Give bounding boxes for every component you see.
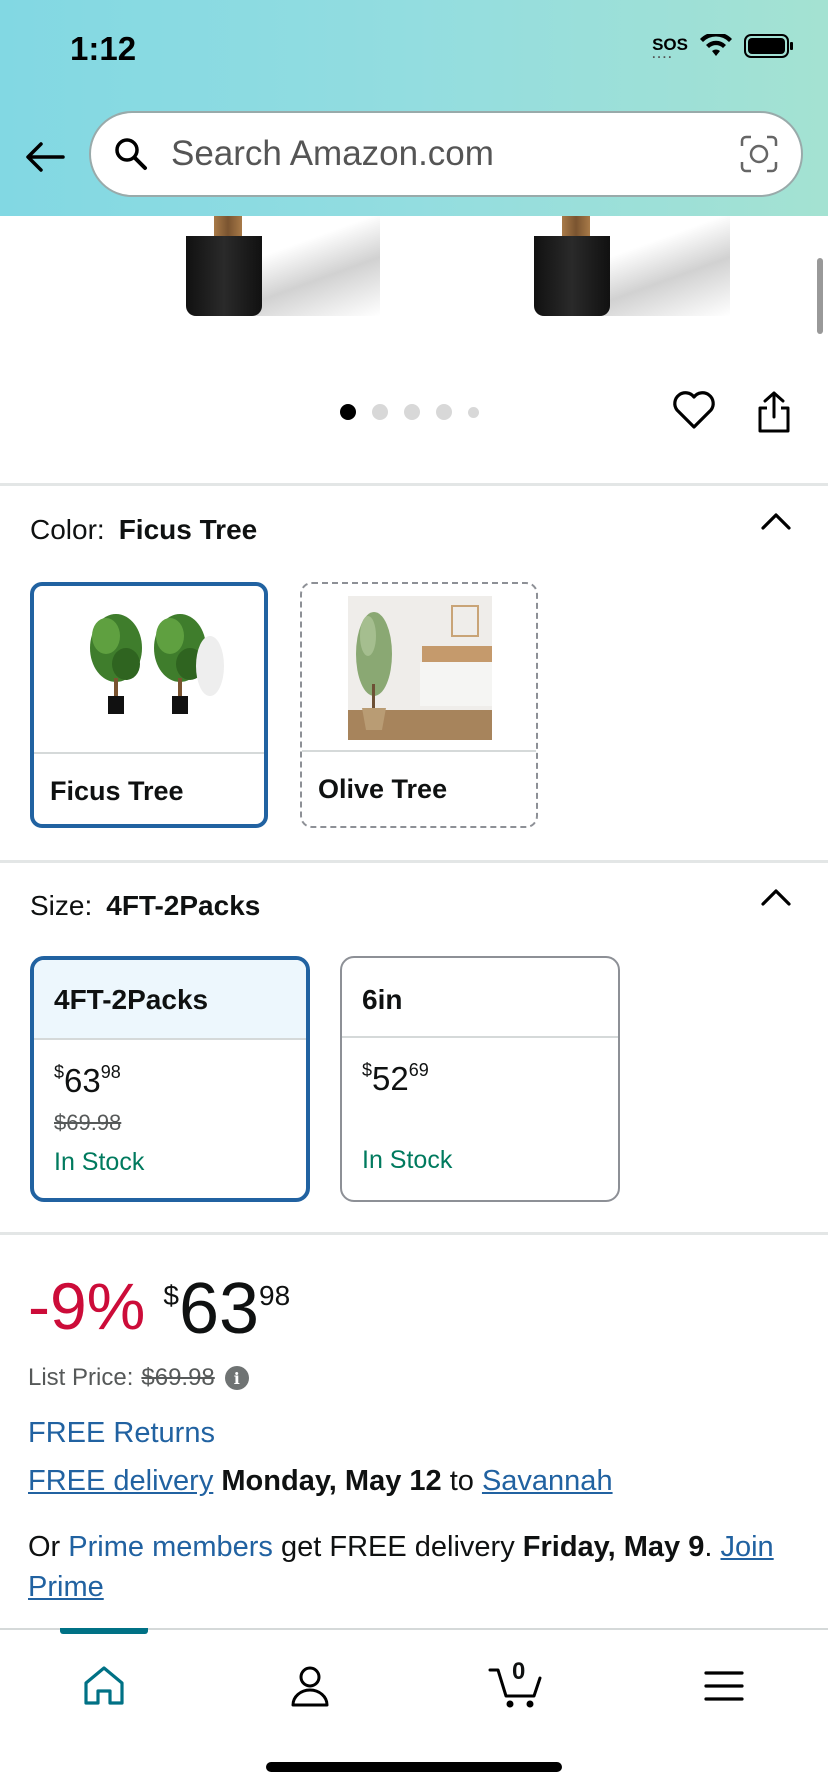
prime-prefix: Or <box>28 1531 61 1563</box>
delivery-info: FREE delivery Monday, May 12 to Savannah <box>28 1465 613 1498</box>
price-whole: 63 <box>178 1269 260 1349</box>
prime-period: . <box>704 1531 713 1563</box>
collapse-size-button[interactable] <box>760 887 792 907</box>
user-icon <box>291 1666 329 1707</box>
delivery-location-link[interactable]: Savannah <box>482 1465 613 1497</box>
size-option-old-price <box>342 1108 618 1146</box>
color-option-label: Ficus Tree <box>50 776 184 806</box>
color-selected-value: Ficus Tree <box>118 514 258 545</box>
search-bar[interactable] <box>89 111 803 197</box>
prime-mid-text: get FREE delivery <box>281 1531 515 1563</box>
size-label: Size: <box>30 890 93 921</box>
product-image-carousel[interactable] <box>0 216 828 482</box>
color-section-label: Color: Ficus Tree <box>30 514 257 546</box>
chevron-up-icon <box>761 513 791 530</box>
camera-lens-icon[interactable] <box>739 134 779 174</box>
size-option-stock: In Stock <box>54 1148 145 1176</box>
carousel-dot[interactable] <box>372 404 388 420</box>
price-fraction: 98 <box>259 1280 291 1311</box>
color-option-olive-tree[interactable]: Olive Tree <box>300 582 538 828</box>
size-section-label: Size: 4FT-2Packs <box>30 890 260 922</box>
status-time: 1:12 <box>70 30 137 67</box>
divider <box>0 483 828 486</box>
status-icons: SOS <box>652 32 794 64</box>
collapse-color-button[interactable] <box>760 511 792 531</box>
size-option-price: $6398 <box>54 1062 121 1099</box>
prime-delivery-info: Or Prime members get FREE delivery Frida… <box>28 1527 808 1607</box>
price-block: -9% $ 63 98 <box>28 1268 290 1350</box>
carousel-dots <box>340 404 479 420</box>
hamburger-menu-icon <box>704 1671 744 1701</box>
add-to-wishlist-button[interactable] <box>672 390 720 434</box>
product-image <box>0 216 828 336</box>
size-option-6in[interactable]: 6in $5269 In Stock <box>340 956 620 1202</box>
ficus-tree-thumbnail <box>34 586 264 754</box>
sos-indicator: SOS <box>652 35 688 64</box>
discount-percent: -9% <box>28 1269 146 1343</box>
list-price: List Price: $69.98 i <box>28 1364 249 1392</box>
info-icon[interactable]: i <box>224 1366 249 1390</box>
size-option-label: 4FT-2Packs <box>34 960 306 1040</box>
olive-tree-thumbnail <box>302 584 536 752</box>
cart-count-badge: 0 <box>512 1658 526 1685</box>
share-icon <box>758 391 790 433</box>
free-delivery-link[interactable]: FREE delivery <box>28 1465 213 1497</box>
color-label: Color: <box>30 514 105 545</box>
active-tab-indicator <box>60 1628 148 1634</box>
wifi-icon <box>700 32 732 63</box>
prime-delivery-date: Friday, May 9 <box>522 1531 705 1563</box>
home-icon <box>84 1666 124 1705</box>
heart-icon <box>673 391 715 429</box>
delivery-to: to <box>449 1465 474 1497</box>
free-returns-link[interactable]: FREE Returns <box>28 1417 215 1450</box>
prime-members-link[interactable]: Prime members <box>68 1531 273 1563</box>
size-option-4ft-2packs[interactable]: 4FT-2Packs $6398 $69.98 In Stock <box>30 956 310 1202</box>
divider <box>0 860 828 863</box>
home-indicator <box>266 1762 562 1772</box>
carousel-dot[interactable] <box>436 404 452 420</box>
nav-cart[interactable]: 0 <box>486 1656 546 1716</box>
chevron-up-icon <box>761 889 791 906</box>
size-option-stock: In Stock <box>362 1146 453 1174</box>
price-currency: $ <box>163 1280 179 1311</box>
size-option-old-price: $69.98 <box>54 1110 122 1135</box>
back-arrow-icon <box>26 142 65 172</box>
nav-menu[interactable] <box>694 1656 754 1716</box>
list-price-value: $69.98 <box>141 1364 215 1391</box>
size-option-label: 6in <box>342 958 618 1038</box>
color-option-ficus-tree[interactable]: Ficus Tree <box>30 582 268 828</box>
carousel-dot[interactable] <box>340 404 356 420</box>
back-button[interactable] <box>24 136 66 178</box>
page-scrollbar[interactable] <box>817 258 823 334</box>
nav-account[interactable] <box>280 1656 340 1716</box>
header: 1:12 SOS <box>0 0 828 216</box>
carousel-dot[interactable] <box>468 406 479 418</box>
divider <box>0 1232 828 1235</box>
battery-icon <box>744 34 794 63</box>
delivery-date: Monday, May 12 <box>221 1465 442 1497</box>
size-option-price: $5269 <box>362 1060 429 1097</box>
carousel-dot[interactable] <box>404 404 420 420</box>
color-option-label: Olive Tree <box>318 774 448 804</box>
nav-home[interactable] <box>74 1656 134 1716</box>
search-input[interactable] <box>171 134 739 174</box>
search-icon <box>115 138 147 170</box>
size-selected-value: 4FT-2Packs <box>106 890 261 921</box>
share-button[interactable] <box>756 390 796 436</box>
list-price-label: List Price: <box>28 1364 134 1391</box>
